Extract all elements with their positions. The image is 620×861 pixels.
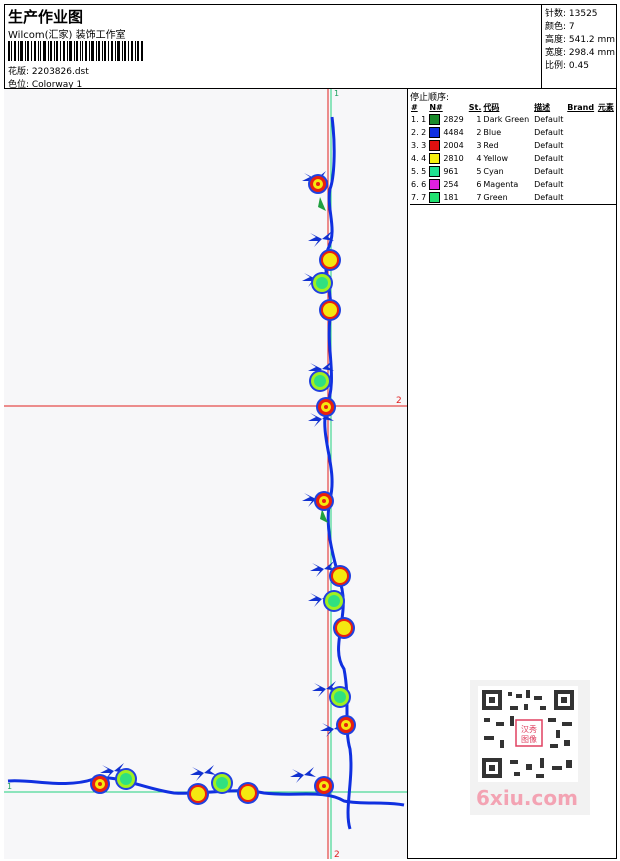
color-count: 颜色: 7 bbox=[545, 22, 575, 32]
stitch-count: 2004 bbox=[443, 141, 464, 150]
barcode bbox=[8, 41, 143, 61]
color-swatch bbox=[429, 114, 441, 125]
stitch-count: 181 bbox=[443, 193, 459, 202]
guide-label-bottom: 2 bbox=[334, 850, 340, 859]
cell-index: 6. 6 bbox=[411, 180, 427, 189]
stitch-count: 4484 bbox=[443, 128, 464, 137]
cell-swatch: 2004 bbox=[428, 139, 467, 152]
cell-index: 4. 4 bbox=[411, 154, 427, 163]
table-row: 7. 7 181 7 Green Default bbox=[410, 191, 616, 205]
table-row: 2. 2 4484 2 Blue Default bbox=[410, 126, 616, 139]
cell-element bbox=[566, 191, 597, 205]
cell-swatch: 181 bbox=[428, 191, 467, 205]
col-header-code: 代码 bbox=[483, 103, 500, 112]
cell-brand: Default bbox=[534, 167, 564, 176]
guide-label-right: 2 bbox=[396, 396, 402, 406]
cell-element bbox=[566, 113, 597, 126]
seal-text-top: 汉秀 bbox=[521, 724, 537, 734]
page-title: 生产作业图 bbox=[8, 8, 84, 26]
cell-code: 3 bbox=[476, 141, 482, 150]
table-row: 6. 6 254 6 Magenta Default bbox=[410, 178, 616, 191]
cell-description: Green bbox=[483, 193, 508, 202]
design-file: 花版: 2203826.dst bbox=[8, 67, 89, 77]
cell-description: Yellow bbox=[483, 154, 509, 163]
cell-swatch: 961 bbox=[428, 165, 467, 178]
stats-box: 针数: 13525 颜色: 7 高度: 541.2 mm 宽度: 298.4 m… bbox=[541, 4, 617, 89]
col-header-desc: 描述 bbox=[534, 103, 551, 112]
col-header-index: # bbox=[411, 103, 418, 112]
cell-code: 4 bbox=[476, 154, 482, 163]
stitch-count: 961 bbox=[443, 167, 459, 176]
stitch-count: 2829 bbox=[443, 115, 464, 124]
cell-description: Cyan bbox=[483, 167, 504, 176]
cell-swatch: 2810 bbox=[428, 152, 467, 165]
cell-brand: Default bbox=[534, 193, 564, 202]
stitch-count: 2810 bbox=[443, 154, 464, 163]
cell-element bbox=[566, 178, 597, 191]
color-swatch bbox=[429, 166, 441, 177]
cell-code: 7 bbox=[476, 193, 482, 202]
design-canvas[interactable]: 1 2 2 1 bbox=[4, 89, 408, 859]
color-table: # N# St. 代码 描述 Brand 元素 1. 1 2829 1 Dark Gr… bbox=[410, 102, 616, 205]
design-scale: 比例: 0.45 bbox=[545, 61, 589, 71]
cell-brand: Default bbox=[534, 115, 564, 124]
cell-description: Blue bbox=[483, 128, 502, 137]
guide-label-top: 1 bbox=[334, 89, 339, 98]
design-width: 宽度: 298.4 mm bbox=[545, 48, 616, 58]
cell-index: 3. 3 bbox=[411, 141, 427, 150]
cell-brand: Default bbox=[534, 141, 564, 150]
table-row: 3. 3 2004 3 Red Default bbox=[410, 139, 616, 152]
cell-index: 1. 1 bbox=[411, 115, 427, 124]
cell-description: Magenta bbox=[483, 180, 519, 189]
cell-brand: Default bbox=[534, 154, 564, 163]
header: 生产作业图 Wilcom(汇家) 装饰工作室 花版: 2203826.dst 色… bbox=[4, 4, 617, 90]
cell-index: 5. 5 bbox=[411, 167, 427, 176]
col-header-stitches: St. bbox=[468, 103, 482, 112]
stitch-count: 254 bbox=[443, 180, 459, 189]
cell-swatch: 254 bbox=[428, 178, 467, 191]
cell-code: 2 bbox=[476, 128, 482, 137]
stitch-count: 针数: 13525 bbox=[545, 9, 598, 19]
cell-swatch: 4484 bbox=[428, 126, 467, 139]
company-name: Wilcom(汇家) 装饰工作室 bbox=[8, 30, 126, 41]
color-swatch bbox=[429, 153, 441, 164]
cell-code: 1 bbox=[476, 115, 482, 124]
table-row: 5. 5 961 5 Cyan Default bbox=[410, 165, 616, 178]
cell-index: 7. 7 bbox=[411, 193, 427, 202]
color-swatch bbox=[429, 140, 441, 151]
cell-index: 2. 2 bbox=[411, 128, 427, 137]
watermark-text: 6xiu.com bbox=[476, 786, 578, 810]
cell-code: 5 bbox=[476, 167, 482, 176]
cell-element bbox=[566, 165, 597, 178]
table-row: 1. 1 2829 1 Dark Green Default bbox=[410, 113, 616, 126]
color-swatch bbox=[429, 192, 441, 203]
cell-element bbox=[566, 152, 597, 165]
cell-description: Dark Green bbox=[483, 115, 530, 124]
cell-element bbox=[566, 139, 597, 152]
color-swatch bbox=[429, 179, 441, 190]
embroidery-preview: 1 2 2 1 bbox=[4, 89, 407, 859]
col-header-element: 元素 bbox=[597, 103, 614, 112]
table-row: 4. 4 2810 4 Yellow Default bbox=[410, 152, 616, 165]
cell-swatch: 2829 bbox=[428, 113, 467, 126]
seal-text-bottom: 图像 bbox=[521, 734, 537, 744]
cell-element bbox=[566, 126, 597, 139]
col-header-brand: Brand bbox=[567, 103, 595, 112]
cell-description: Red bbox=[483, 141, 499, 150]
guide-label-left: 1 bbox=[7, 782, 12, 791]
cell-brand: Default bbox=[534, 180, 564, 189]
cell-code: 6 bbox=[476, 180, 482, 189]
design-height: 高度: 541.2 mm bbox=[545, 35, 616, 45]
col-header-n: N# bbox=[429, 103, 443, 112]
cell-brand: Default bbox=[534, 128, 564, 137]
color-swatch bbox=[429, 127, 441, 138]
